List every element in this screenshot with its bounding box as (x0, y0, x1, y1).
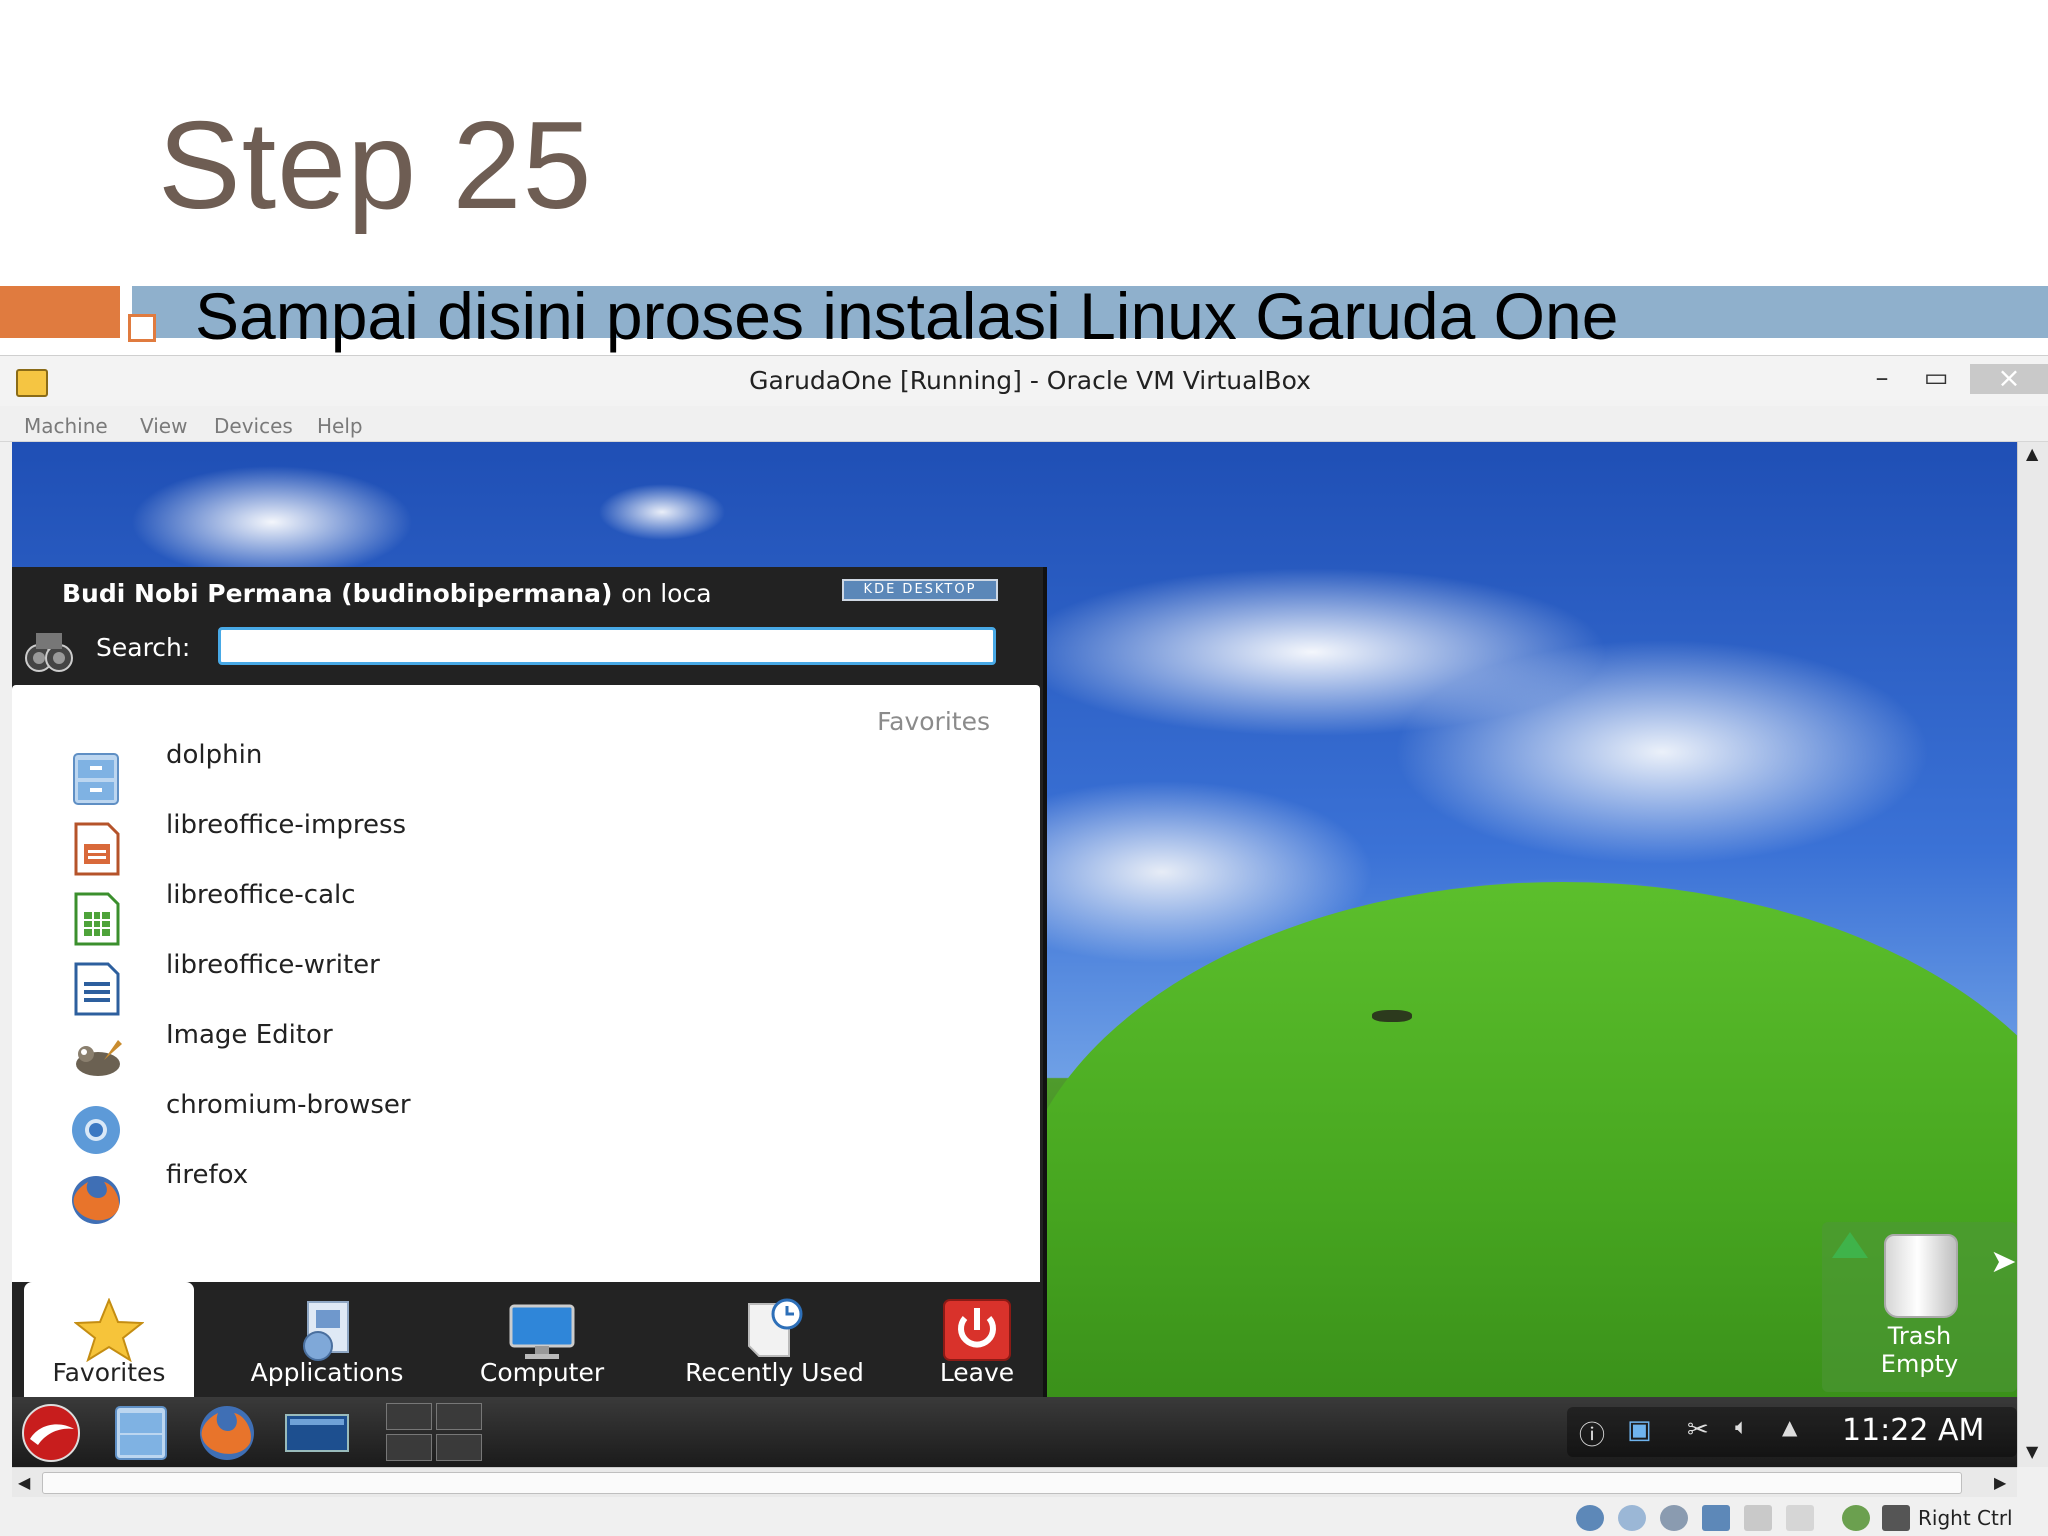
virtual-desktop-pager[interactable] (386, 1403, 482, 1461)
favorite-label: dolphin (166, 740, 263, 770)
calc-icon (74, 892, 120, 946)
mouse-integration-icon[interactable] (1842, 1505, 1870, 1531)
horizontal-scrollbar[interactable]: ◀ ▶ (12, 1467, 2017, 1497)
usb-icon[interactable] (1660, 1505, 1688, 1531)
trash-icon (1884, 1234, 1958, 1318)
favorite-label: firefox (166, 1160, 249, 1190)
guest-screen[interactable]: Budi Nobi Permana (budinobipermana) on l… (12, 442, 2017, 1467)
info-icon[interactable]: ⓘ (1579, 1415, 1605, 1452)
panel-clock[interactable]: 11:22 AM (1842, 1413, 1984, 1448)
shared-folders-icon[interactable] (1744, 1505, 1772, 1531)
trash-desktop-icon[interactable]: Trash Empty (1822, 1222, 2017, 1392)
favorite-item-libreoffice-writer[interactable]: libreoffice-writer (68, 950, 968, 1016)
firefox-icon (72, 1176, 120, 1224)
scroll-left-icon[interactable]: ◀ (18, 1473, 30, 1492)
favorite-item-libreoffice-calc[interactable]: libreoffice-calc (68, 880, 968, 946)
gimp-icon (76, 1040, 122, 1076)
favorite-label: libreoffice-impress (166, 810, 407, 840)
horizontal-scroll-thumb[interactable] (42, 1472, 1962, 1494)
kde-desktop-badge: KDE DESKTOP (842, 579, 998, 601)
tab-favorites[interactable]: Favorites (24, 1282, 194, 1397)
tab-recently-used[interactable]: Recently Used (657, 1282, 892, 1397)
status-bar: Right Ctrl (0, 1497, 2048, 1536)
recent-icon (748, 1298, 803, 1357)
clipboard-scissors-icon[interactable]: ✂ (1687, 1415, 1709, 1445)
impress-icon (74, 822, 120, 876)
scroll-right-icon[interactable]: ▶ (1994, 1473, 2006, 1492)
menu-help[interactable]: Help (317, 414, 363, 438)
optical-drive-icon[interactable] (1618, 1505, 1646, 1531)
search-label: Search: (96, 633, 191, 662)
writer-icon (74, 962, 120, 1016)
virtualbox-window: GarudaOne [Running] - Oracle VM VirtualB… (0, 355, 2048, 1536)
file-manager-icon (73, 753, 119, 805)
menu-devices[interactable]: Devices (214, 414, 293, 438)
vertical-scrollbar[interactable]: ▲ ▼ (2017, 442, 2048, 1467)
network-adapter-icon[interactable] (1702, 1505, 1730, 1531)
bullet-text: Sampai disini proses instalasi Linux Gar… (195, 279, 1619, 353)
favorite-item-chromium-browser[interactable]: chromium-browser (68, 1090, 968, 1154)
user-header: Budi Nobi Permana (budinobipermana) on l… (62, 579, 712, 608)
mouse-pointer-icon: ➤ (1990, 1242, 2017, 1280)
host-key-icon[interactable] (1882, 1505, 1910, 1531)
window-titlebar[interactable]: GarudaOne [Running] - Oracle VM VirtualB… (0, 356, 2048, 406)
up-arrow-icon (1832, 1232, 1868, 1258)
bullet-marker (128, 314, 156, 342)
minimize-button[interactable]: – (1858, 364, 1906, 394)
search-input[interactable] (218, 627, 996, 665)
tab-leave[interactable]: Leave (917, 1282, 1037, 1397)
window-title: GarudaOne [Running] - Oracle VM VirtualB… (749, 366, 1311, 395)
menubar: Machine View Devices Help (0, 406, 2048, 442)
terminal-launcher-icon[interactable] (282, 1403, 352, 1463)
scroll-up-icon[interactable]: ▲ (2026, 444, 2038, 463)
scroll-down-icon[interactable]: ▼ (2026, 1442, 2038, 1461)
star-icon (74, 1298, 144, 1362)
taskbar-panel: ⓘ ▣ ✂ 🔈︎ ▲ 11:22 AM (12, 1397, 2017, 1467)
applications-icon (303, 1301, 349, 1361)
maximize-button[interactable]: ▭ (1912, 364, 1960, 394)
favorite-item-firefox[interactable]: firefox (68, 1160, 968, 1224)
favorite-label: libreoffice-calc (166, 880, 356, 910)
menu-machine[interactable]: Machine (24, 414, 108, 438)
system-tray: ⓘ ▣ ✂ 🔈︎ ▲ 11:22 AM (1567, 1407, 2017, 1457)
kde-launcher-menu: Budi Nobi Permana (budinobipermana) on l… (12, 567, 1047, 1397)
display-icon[interactable] (1786, 1505, 1814, 1531)
tab-applications[interactable]: Applications (217, 1282, 437, 1397)
accent-bar-orange (0, 286, 120, 338)
network-icon[interactable]: ▣ (1627, 1415, 1652, 1445)
slide: Step 25 Sampai disini proses instalasi L… (0, 0, 2048, 1536)
kde-launcher-icon[interactable] (16, 1403, 86, 1463)
firefox-launcher-icon[interactable] (192, 1403, 262, 1463)
favorite-label: libreoffice-writer (166, 950, 380, 980)
host-key-label: Right Ctrl (1918, 1506, 2013, 1530)
hard-disk-icon[interactable] (1576, 1505, 1604, 1531)
volume-icon[interactable]: 🔈︎ (1735, 1415, 1748, 1440)
favorites-panel: Favorites dolphin libreoffice-impress li… (12, 685, 1040, 1282)
tray-expand-icon[interactable]: ▲ (1782, 1415, 1797, 1439)
menu-tabs: Favorites Applications Computer Recently… (12, 1282, 1040, 1397)
power-icon (943, 1299, 1011, 1361)
favorite-item-dolphin[interactable]: dolphin (68, 740, 968, 805)
favorite-label: Image Editor (166, 1020, 333, 1050)
chromium-icon (72, 1106, 120, 1154)
favorite-item-image-editor[interactable]: Image Editor (68, 1020, 968, 1080)
favorites-heading: Favorites (877, 707, 990, 736)
favorite-label: chromium-browser (166, 1090, 411, 1120)
menu-view[interactable]: View (140, 414, 187, 438)
file-manager-launcher-icon[interactable] (106, 1403, 176, 1463)
tab-computer[interactable]: Computer (457, 1282, 627, 1397)
close-button[interactable]: × (1970, 364, 2048, 394)
computer-icon (509, 1304, 575, 1359)
slide-title: Step 25 (158, 97, 593, 235)
favorite-item-libreoffice-impress[interactable]: libreoffice-impress (68, 810, 968, 876)
search-icon (25, 633, 73, 672)
wallpaper-tree (1372, 1010, 1412, 1022)
